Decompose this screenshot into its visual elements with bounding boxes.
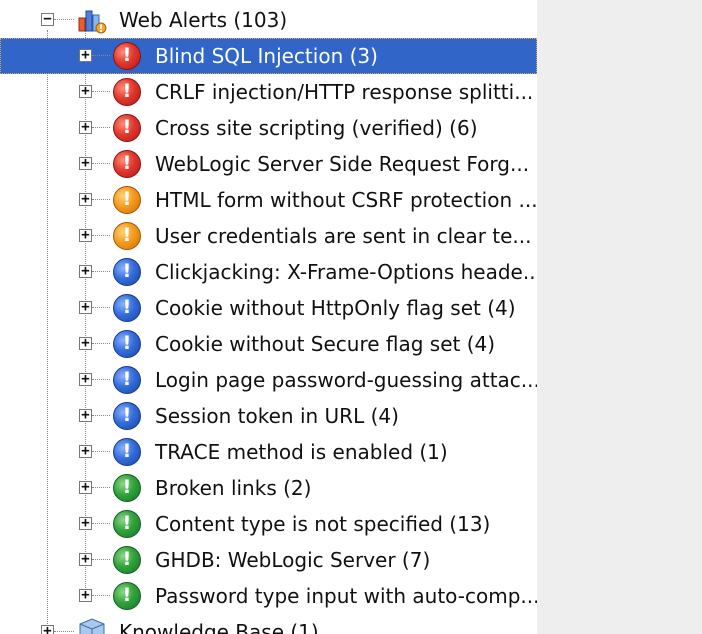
alert-label: Session token in URL (4): [155, 404, 399, 428]
alert-row[interactable]: +! Broken links (2): [0, 470, 537, 506]
alert-expand-toggle[interactable]: +: [79, 444, 92, 458]
low-severity-alert-icon: !: [113, 294, 141, 322]
alert-branch: [92, 235, 110, 236]
side-panel: [537, 0, 702, 634]
alerts-tree[interactable]: − Web Alerts (103) +! Blind SQL Injection…: [0, 0, 537, 634]
alert-label: TRACE method is enabled (1): [155, 440, 448, 464]
alert-row[interactable]: +! User credentials are sent in clear te.…: [0, 218, 537, 254]
alert-label: Cookie without HttpOnly flag set (4): [155, 296, 516, 320]
alert-expand-toggle[interactable]: +: [79, 588, 92, 602]
alert-expand-toggle[interactable]: +: [79, 300, 92, 314]
alert-branch: [92, 523, 110, 524]
alert-branch: [92, 199, 110, 200]
alert-label: Password type input with auto-comp...: [155, 584, 537, 608]
alert-expand-toggle[interactable]: +: [79, 192, 92, 206]
alert-row[interactable]: +! Blind SQL Injection (3): [0, 38, 537, 74]
alert-row[interactable]: +! Cookie without HttpOnly flag set (4): [0, 290, 537, 326]
alert-row[interactable]: +! Cookie without Secure flag set (4): [0, 326, 537, 362]
alert-branch: [92, 415, 110, 416]
info-severity-alert-icon: !: [113, 474, 141, 502]
alert-branch: [92, 91, 110, 92]
web-alerts-folder-icon: [78, 10, 107, 34]
web-alerts-node[interactable]: − Web Alerts (103): [0, 2, 537, 38]
low-severity-alert-icon: !: [113, 366, 141, 394]
alert-row[interactable]: +! CRLF injection/HTTP response splitti..…: [0, 74, 537, 110]
alert-label: Broken links (2): [155, 476, 312, 500]
alert-expand-toggle[interactable]: +: [79, 264, 92, 278]
info-severity-alert-icon: !: [113, 546, 141, 574]
alert-expand-toggle[interactable]: +: [79, 156, 92, 170]
alert-expand-toggle[interactable]: +: [79, 408, 92, 422]
alert-expand-toggle[interactable]: +: [79, 516, 92, 530]
web-alerts-collapse-toggle[interactable]: −: [41, 12, 54, 26]
alert-branch: [92, 595, 110, 596]
web-alerts-label: Web Alerts (103): [119, 8, 288, 32]
medium-severity-alert-icon: !: [113, 222, 141, 250]
alert-row[interactable]: +! WebLogic Server Side Request Forg...: [0, 146, 537, 182]
alert-expand-toggle[interactable]: +: [79, 336, 92, 350]
alert-label: Login page password-guessing attac...: [155, 368, 537, 392]
alert-expand-toggle[interactable]: +: [79, 48, 92, 62]
alert-expand-toggle[interactable]: +: [79, 120, 92, 134]
alert-branch: [92, 487, 110, 488]
alert-branch: [92, 307, 110, 308]
alert-branch: [92, 379, 110, 380]
alert-row[interactable]: +! Password type input with auto-comp...: [0, 578, 537, 614]
high-severity-alert-icon: !: [113, 42, 141, 70]
alert-branch: [92, 451, 110, 452]
medium-severity-alert-icon: !: [113, 186, 141, 214]
alert-branch: [92, 127, 110, 128]
alert-expand-toggle[interactable]: +: [79, 84, 92, 98]
alert-label: WebLogic Server Side Request Forg...: [155, 152, 530, 176]
info-severity-alert-icon: !: [113, 510, 141, 538]
low-severity-alert-icon: !: [113, 330, 141, 358]
alert-label: GHDB: WebLogic Server (7): [155, 548, 431, 572]
knowledge-base-label: Knowledge Base (1): [119, 620, 319, 634]
high-severity-alert-icon: !: [113, 114, 141, 142]
web-alerts-branch: [54, 19, 74, 20]
info-severity-alert-icon: !: [113, 582, 141, 610]
knowledge-base-node[interactable]: + Knowledge Base (1): [0, 614, 537, 634]
knowledge-base-expand-toggle[interactable]: +: [41, 624, 54, 634]
high-severity-alert-icon: !: [113, 150, 141, 178]
alert-expand-toggle[interactable]: +: [79, 228, 92, 242]
low-severity-alert-icon: !: [113, 438, 141, 466]
alert-label: Blind SQL Injection (3): [155, 44, 378, 68]
knowledge-base-icon: [79, 618, 105, 634]
alert-branch: [92, 271, 110, 272]
alert-row[interactable]: +! GHDB: WebLogic Server (7): [0, 542, 537, 578]
alert-row[interactable]: +! Session token in URL (4): [0, 398, 537, 434]
alert-label: HTML form without CSRF protection ...: [155, 188, 537, 212]
alert-label: Content type is not specified (13): [155, 512, 491, 536]
alert-expand-toggle[interactable]: +: [79, 480, 92, 494]
alert-branch: [92, 55, 110, 56]
alert-row[interactable]: +! Login page password-guessing attac...: [0, 362, 537, 398]
low-severity-alert-icon: !: [113, 258, 141, 286]
alert-branch: [92, 163, 110, 164]
alert-label: CRLF injection/HTTP response splitti...: [155, 80, 534, 104]
alert-expand-toggle[interactable]: +: [79, 552, 92, 566]
alert-label: Clickjacking: X-Frame-Options heade...: [155, 260, 537, 284]
alert-row[interactable]: +! TRACE method is enabled (1): [0, 434, 537, 470]
knowledge-base-branch: [54, 631, 74, 632]
alert-label: Cookie without Secure flag set (4): [155, 332, 496, 356]
high-severity-alert-icon: !: [113, 78, 141, 106]
alert-row[interactable]: +! Cross site scripting (verified) (6): [0, 110, 537, 146]
low-severity-alert-icon: !: [113, 402, 141, 430]
alert-label: Cross site scripting (verified) (6): [155, 116, 478, 140]
alert-branch: [92, 343, 110, 344]
alert-row[interactable]: +! HTML form without CSRF protection ...: [0, 182, 537, 218]
alert-row[interactable]: +! Content type is not specified (13): [0, 506, 537, 542]
alert-row[interactable]: +! Clickjacking: X-Frame-Options heade...: [0, 254, 537, 290]
alert-expand-toggle[interactable]: +: [79, 372, 92, 386]
alert-label: User credentials are sent in clear te...: [155, 224, 532, 248]
alert-branch: [92, 559, 110, 560]
